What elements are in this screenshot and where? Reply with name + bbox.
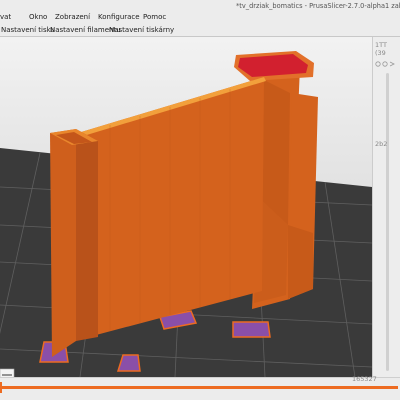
- layer-slider-controls[interactable]: [375, 59, 395, 71]
- menu-item-zobrazeni[interactable]: Zobrazení: [55, 12, 90, 23]
- tab-printer-settings[interactable]: Nastavení tiskárny: [108, 23, 175, 37]
- layer-top-value: 1TT: [375, 41, 387, 49]
- menu-bar: vat Okno Zobrazení Konfigurace Pomoc: [0, 12, 400, 23]
- model-top-surface: [238, 54, 308, 77]
- layer-slider-panel: 1TT (39 2b2: [372, 37, 400, 377]
- window-titlebar: *tv_drziak_bomatics - PrusaSlicer-2.7.0-…: [0, 0, 400, 12]
- sliced-model-preview: [0, 51, 372, 377]
- move-slider[interactable]: 165327: [0, 375, 400, 400]
- layer-slider-track[interactable]: [386, 73, 389, 371]
- 3d-preview-canvas[interactable]: [0, 37, 372, 377]
- model-left-column: [50, 129, 76, 357]
- tab-print-settings[interactable]: Nastavení tisku: [0, 23, 56, 37]
- layer-slider-top-label: 1TT (39: [375, 41, 387, 57]
- layer-top-subvalue: (39: [375, 49, 386, 57]
- window-title: *tv_drziak_bomatics - PrusaSlicer-2.7.0-…: [236, 2, 400, 10]
- menu-item-pomoc[interactable]: Pomoc: [143, 12, 166, 23]
- menu-item-konfigurace[interactable]: Konfigurace: [98, 12, 140, 23]
- menu-item-soubor[interactable]: vat: [0, 12, 11, 23]
- legend-toggle-button[interactable]: [0, 367, 16, 377]
- settings-tabs: Nastavení tisku Nastavení filamentu Nast…: [0, 23, 400, 37]
- menu-item-okno[interactable]: Okno: [29, 12, 47, 23]
- layer-slider-mid-label: 2b2: [375, 140, 388, 148]
- move-slider-thumb[interactable]: [0, 382, 6, 393]
- layers-stack-icon: [0, 368, 15, 377]
- move-slider-track[interactable]: [2, 386, 398, 389]
- move-slider-count: 165327: [352, 375, 377, 383]
- cog-icon[interactable]: [375, 59, 395, 69]
